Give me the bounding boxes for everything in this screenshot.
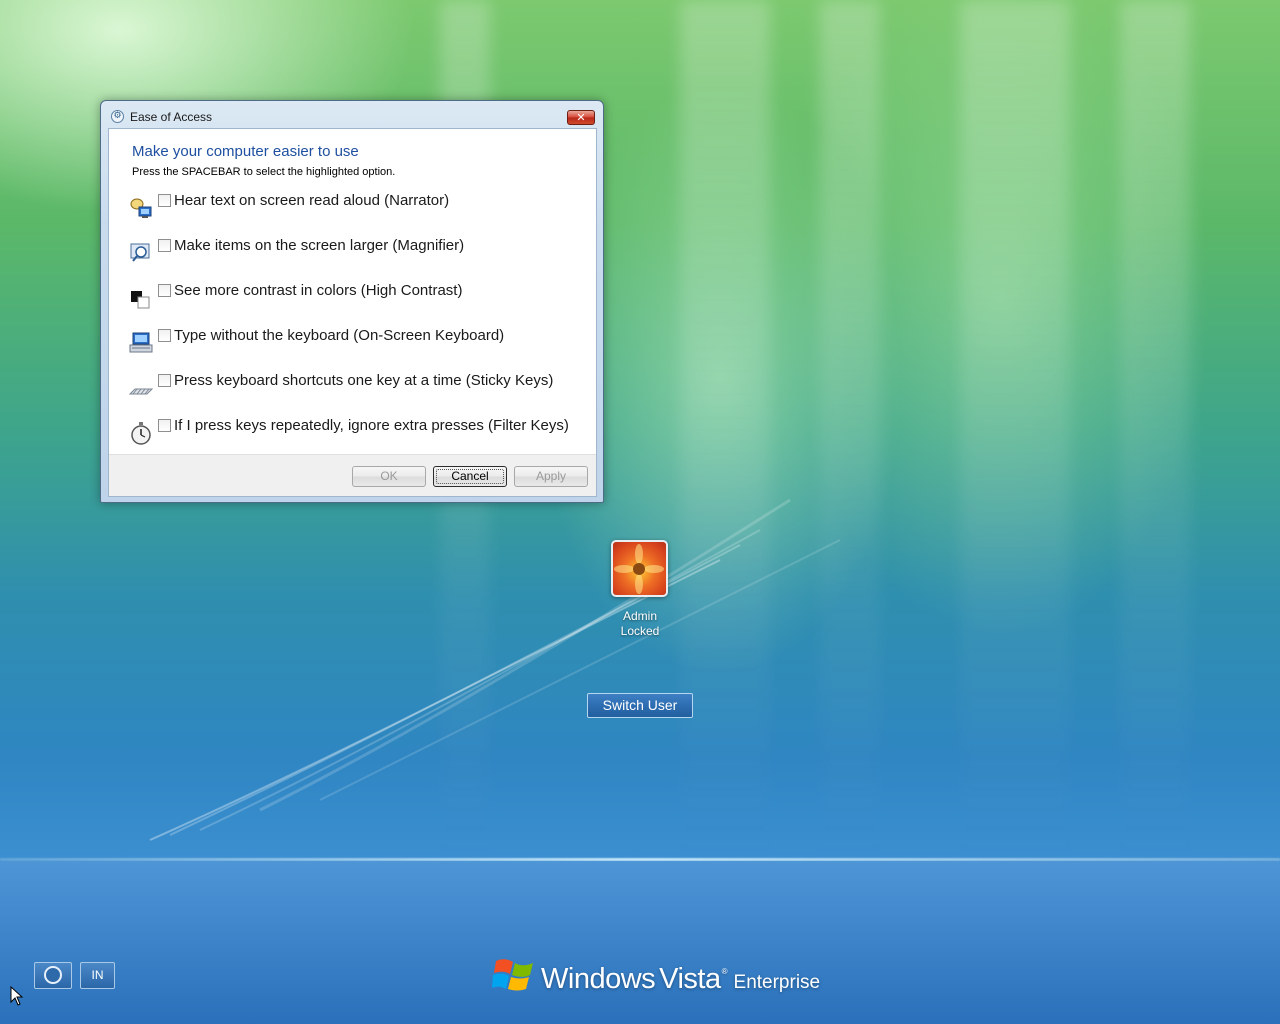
apply-button[interactable]: Apply	[514, 466, 588, 487]
close-icon: ✕	[576, 111, 586, 124]
dialog-instruction: Press the SPACEBAR to select the highlig…	[132, 166, 396, 178]
magnifier-icon	[130, 243, 150, 262]
ease-of-access-icon	[44, 966, 62, 984]
sticky-keys-icon	[129, 388, 153, 395]
narrator-icon	[130, 198, 152, 218]
dialog-title: Ease of Access	[130, 110, 213, 124]
logon-screen: ⚙ Ease of Access ✕ Make your computer ea…	[0, 0, 1280, 1024]
floor	[0, 861, 1280, 1024]
user-tile-picture[interactable]	[611, 540, 668, 597]
switch-user-button[interactable]: Switch User	[587, 693, 693, 718]
close-button[interactable]: ✕	[567, 110, 595, 125]
option-narrator[interactable]: Hear text on screen read aloud (Narrator…	[129, 192, 589, 226]
dialog-content: Make your computer easier to use Press t…	[108, 128, 597, 497]
stopwatch-icon	[131, 422, 151, 445]
narrator-checkbox[interactable]	[158, 194, 171, 207]
option-magnifier[interactable]: Make items on the screen larger (Magnifi…	[129, 237, 589, 271]
filter-keys-checkbox[interactable]	[158, 419, 171, 432]
ease-of-access-icon: ⚙	[111, 110, 124, 123]
brand-vista: Vista	[659, 963, 721, 995]
flower-icon	[614, 544, 664, 594]
ease-of-access-button[interactable]	[34, 962, 72, 989]
mouse-cursor-icon	[10, 986, 24, 1006]
windows-logo-icon	[492, 959, 533, 991]
option-label: See more contrast in colors (High Contra…	[174, 282, 463, 299]
brand-windows: Windows	[541, 963, 656, 995]
option-label: Hear text on screen read aloud (Narrator…	[174, 192, 450, 209]
option-label: Type without the keyboard (On-Screen Key…	[174, 327, 505, 344]
on-screen-keyboard-icon	[129, 332, 153, 353]
on-screen-keyboard-checkbox[interactable]	[158, 329, 171, 342]
dialog-titlebar[interactable]: ⚙ Ease of Access ✕	[101, 101, 603, 127]
option-filter-keys[interactable]: If I press keys repeatedly, ignore extra…	[129, 417, 589, 451]
cancel-button[interactable]: Cancel	[433, 466, 507, 487]
brand-edition: Enterprise	[733, 972, 821, 993]
user-status: Locked	[620, 624, 660, 638]
language-button[interactable]: IN	[80, 962, 115, 989]
dialog-heading: Make your computer easier to use	[132, 143, 359, 160]
brand-trademark: ®	[721, 967, 728, 976]
option-on-screen-keyboard[interactable]: Type without the keyboard (On-Screen Key…	[129, 327, 589, 361]
focus-ring	[436, 469, 504, 484]
magnifier-checkbox[interactable]	[158, 239, 171, 252]
option-label: If I press keys repeatedly, ignore extra…	[174, 417, 569, 434]
ease-of-access-dialog: ⚙ Ease of Access ✕ Make your computer ea…	[100, 100, 604, 503]
sticky-keys-checkbox[interactable]	[158, 374, 171, 387]
user-name: Admin	[622, 609, 657, 623]
dialog-button-bar: OK Cancel Apply	[109, 455, 596, 496]
option-label: Press keyboard shortcuts one key at a ti…	[174, 372, 554, 389]
option-sticky-keys[interactable]: Press keyboard shortcuts one key at a ti…	[129, 372, 589, 406]
high-contrast-icon	[131, 291, 150, 309]
option-label: Make items on the screen larger (Magnifi…	[174, 237, 465, 254]
high-contrast-checkbox[interactable]	[158, 284, 171, 297]
option-high-contrast[interactable]: See more contrast in colors (High Contra…	[129, 282, 589, 316]
ok-button[interactable]: OK	[352, 466, 426, 487]
windows-vista-branding: Windows Vista® Enterprise	[541, 963, 820, 996]
